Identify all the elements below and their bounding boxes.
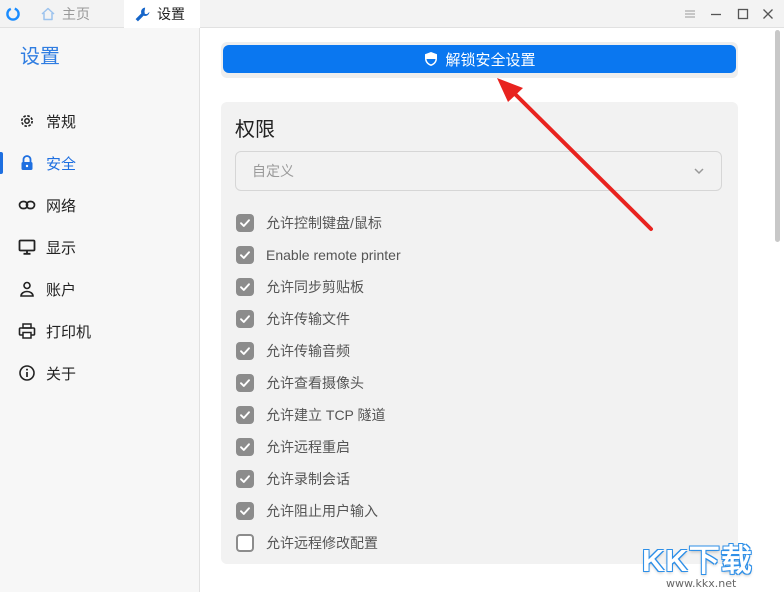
- permission-preset-value: 自定义: [252, 163, 294, 179]
- gear-icon: [18, 112, 36, 130]
- permissions-list: 允许控制键盘/鼠标 Enable remote printer 允许同步剪贴板 允许传…: [236, 207, 401, 559]
- permission-item[interactable]: 允许录制会话: [236, 463, 401, 495]
- permission-label: 允许控制键盘/鼠标: [266, 215, 382, 231]
- permission-checkbox[interactable]: [236, 406, 254, 424]
- checkmark-icon: [240, 315, 250, 323]
- permission-label: 允许同步剪贴板: [266, 279, 364, 295]
- permission-checkbox[interactable]: [236, 342, 254, 360]
- menu-button[interactable]: [682, 6, 698, 22]
- link-icon: [18, 196, 36, 214]
- permissions-card: 权限 自定义 允许控制键盘/鼠标 Enable remote printer 允许同…: [221, 102, 738, 564]
- sidebar-item-label: 打印机: [46, 323, 92, 341]
- permission-label: 允许远程重启: [266, 439, 350, 455]
- shield-icon: [425, 52, 438, 66]
- permission-label: 允许传输音频: [266, 343, 350, 359]
- chevron-down-icon: [694, 168, 704, 175]
- permission-item[interactable]: 允许控制键盘/鼠标: [236, 207, 401, 239]
- lock-icon: [18, 154, 36, 172]
- permission-checkbox[interactable]: [236, 502, 254, 520]
- sidebar-item-label: 安全: [46, 155, 77, 173]
- watermark-letters: KK下载: [642, 543, 753, 578]
- checkmark-icon: [240, 251, 250, 259]
- checkmark-icon: [240, 411, 250, 419]
- permission-label: 允许传输文件: [266, 311, 350, 327]
- permission-item[interactable]: 允许同步剪贴板: [236, 271, 401, 303]
- permission-label: 允许远程修改配置: [266, 535, 378, 551]
- minimize-button[interactable]: [708, 6, 724, 22]
- sidebar-item-account[interactable]: 账户: [0, 273, 199, 305]
- permission-label: 允许阻止用户输入: [266, 503, 378, 519]
- info-icon: [18, 364, 36, 382]
- checkmark-icon: [240, 283, 250, 291]
- wrench-icon: [135, 7, 150, 21]
- sidebar-item-general[interactable]: 常规: [0, 105, 199, 137]
- main-panel: 解锁安全设置 权限 自定义 允许控制键盘/鼠标 Enable remote pri…: [200, 28, 784, 592]
- permission-item[interactable]: 允许传输音频: [236, 335, 401, 367]
- tab-home-label: 主页: [62, 6, 90, 22]
- permission-item[interactable]: 允许建立 TCP 隧道: [236, 399, 401, 431]
- home-icon: [41, 7, 55, 21]
- unlock-security-label: 解锁安全设置: [445, 51, 536, 69]
- sidebar-item-label: 网络: [46, 197, 77, 215]
- permission-checkbox[interactable]: [236, 214, 254, 232]
- checkmark-icon: [240, 347, 250, 355]
- permission-item[interactable]: 允许阻止用户输入: [236, 495, 401, 527]
- watermark-url: www.kkx.net: [666, 577, 737, 590]
- permission-item[interactable]: 允许传输文件: [236, 303, 401, 335]
- checkmark-icon: [240, 507, 250, 515]
- permission-label: Enable remote printer: [266, 247, 401, 263]
- tab-settings-label: 设置: [157, 6, 185, 22]
- tab-home[interactable]: 主页: [40, 0, 90, 28]
- permission-checkbox[interactable]: [236, 278, 254, 296]
- user-icon: [18, 280, 36, 298]
- permission-label: 允许录制会话: [266, 471, 350, 487]
- sidebar-title: 设置: [20, 46, 60, 68]
- close-button[interactable]: [760, 6, 776, 22]
- close-icon: [763, 9, 773, 19]
- scrollbar[interactable]: [771, 28, 784, 592]
- permission-item[interactable]: Enable remote printer: [236, 239, 401, 271]
- minimize-icon: [711, 13, 721, 16]
- sidebar-item-label: 账户: [46, 281, 77, 299]
- tab-settings[interactable]: 设置: [124, 0, 200, 28]
- printer-icon: [18, 322, 36, 340]
- sidebar-item-label: 常规: [46, 113, 77, 131]
- permission-checkbox[interactable]: [236, 470, 254, 488]
- permission-label: 允许建立 TCP 隧道: [266, 407, 386, 423]
- permissions-title: 权限: [235, 119, 275, 141]
- sidebar-item-about[interactable]: 关于: [0, 357, 199, 389]
- app-logo-icon: [6, 7, 20, 21]
- sidebar-item-label: 显示: [46, 239, 77, 257]
- watermark-logo: KK下载 www.kkx.net: [640, 535, 780, 590]
- unlock-security-button[interactable]: 解锁安全设置: [223, 45, 736, 73]
- sidebar: 设置 常规 安全 网络 显示 账户 打印机 关于: [0, 28, 200, 592]
- permission-checkbox[interactable]: [236, 310, 254, 328]
- unlock-container: 解锁安全设置: [221, 42, 738, 78]
- permission-item[interactable]: 允许远程修改配置: [236, 527, 401, 559]
- permission-label: 允许查看摄像头: [266, 375, 364, 391]
- checkmark-icon: [240, 443, 250, 451]
- permission-item[interactable]: 允许远程重启: [236, 431, 401, 463]
- title-bar: 主页 设置: [0, 0, 784, 28]
- monitor-icon: [18, 238, 36, 256]
- maximize-button[interactable]: [735, 6, 751, 22]
- checkmark-icon: [240, 475, 250, 483]
- sidebar-item-network[interactable]: 网络: [0, 189, 199, 221]
- permission-checkbox[interactable]: [236, 534, 254, 552]
- permission-checkbox[interactable]: [236, 438, 254, 456]
- sidebar-item-label: 关于: [46, 365, 77, 383]
- checkmark-icon: [240, 379, 250, 387]
- maximize-icon: [737, 8, 749, 20]
- permission-preset-select[interactable]: 自定义: [235, 151, 722, 191]
- sidebar-item-display[interactable]: 显示: [0, 231, 199, 263]
- permission-item[interactable]: 允许查看摄像头: [236, 367, 401, 399]
- sidebar-item-printer[interactable]: 打印机: [0, 315, 199, 347]
- permission-checkbox[interactable]: [236, 374, 254, 392]
- sidebar-item-security[interactable]: 安全: [0, 147, 199, 179]
- menu-icon: [685, 10, 695, 18]
- checkmark-icon: [240, 219, 250, 227]
- permission-checkbox[interactable]: [236, 246, 254, 264]
- scrollbar-thumb[interactable]: [775, 30, 780, 242]
